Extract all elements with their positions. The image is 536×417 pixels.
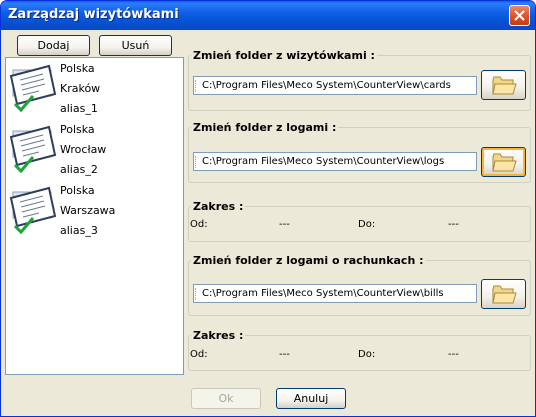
range-label: Zakres : (191, 200, 246, 213)
folder-icon (492, 285, 517, 304)
cards-folder-label: Zmień folder z wizytówkami : (191, 49, 377, 62)
range-from-value: --- (279, 349, 290, 360)
card-alias: alias_3 (60, 224, 98, 237)
browse-logs-folder-button[interactable] (481, 147, 526, 177)
card-city: Wrocław (60, 143, 107, 156)
range-from-label: Od: (190, 349, 208, 360)
cards-folder-path: C:\Program Files\Meco System\CounterView… (202, 80, 451, 91)
dialog-window: Zarządzaj wizytówkami Dodaj Usuń Polska … (0, 0, 536, 417)
close-button[interactable] (509, 5, 530, 26)
range-group-1: Zakres : Od: --- Do: --- (188, 200, 531, 242)
business-card-icon (9, 125, 57, 174)
folder-icon (492, 76, 517, 95)
field-grip (195, 156, 199, 168)
browse-cards-folder-button[interactable] (481, 70, 526, 100)
range-label: Zakres : (191, 329, 246, 342)
field-grip (195, 288, 199, 300)
card-country: Polska (60, 184, 95, 197)
card-country: Polska (60, 62, 95, 75)
list-item[interactable]: Polska Kraków alias_1 (6, 58, 183, 118)
range-from-value: --- (279, 219, 290, 230)
bills-folder-path: C:\Program Files\Meco System\CounterView… (202, 288, 444, 299)
bills-folder-label: Zmień folder z logami o rachunkach : (191, 254, 426, 267)
ok-button[interactable]: Ok (191, 388, 261, 409)
cards-folder-path-field[interactable]: C:\Program Files\Meco System\CounterView… (193, 76, 477, 95)
cards-folder-group: Zmień folder z wizytówkami : C:\Program … (188, 49, 531, 111)
logs-folder-path: C:\Program Files\Meco System\CounterView… (202, 156, 445, 167)
list-item[interactable]: Polska Wrocław alias_2 (6, 119, 183, 179)
bills-folder-path-field[interactable]: C:\Program Files\Meco System\CounterView… (193, 284, 477, 303)
list-item[interactable]: Polska Warszawa alias_3 (6, 180, 183, 240)
range-to-label: Do: (358, 219, 376, 230)
business-card-icon (9, 186, 57, 235)
cards-list[interactable]: Polska Kraków alias_1 Polska Wrocław ali… (5, 57, 184, 375)
range-from-label: Od: (190, 219, 208, 230)
logs-folder-path-field[interactable]: C:\Program Files\Meco System\CounterView… (193, 152, 477, 171)
window-title: Zarządzaj wizytówkami (8, 7, 179, 22)
logs-folder-label: Zmień folder z logami : (191, 121, 339, 134)
close-icon (514, 10, 525, 21)
logs-folder-group: Zmień folder z logami : C:\Program Files… (188, 121, 531, 183)
bills-folder-group: Zmień folder z logami o rachunkach : C:\… (188, 254, 531, 316)
browse-bills-folder-button[interactable] (481, 279, 526, 309)
business-card-icon (9, 64, 57, 113)
card-alias: alias_2 (60, 163, 98, 176)
remove-button[interactable]: Usuń (99, 35, 172, 56)
add-button[interactable]: Dodaj (17, 35, 90, 56)
title-bar[interactable]: Zarządzaj wizytówkami (1, 1, 535, 30)
card-country: Polska (60, 123, 95, 136)
field-grip (195, 80, 199, 92)
range-to-label: Do: (358, 349, 376, 360)
range-to-value: --- (448, 219, 459, 230)
card-alias: alias_1 (60, 102, 98, 115)
card-city: Warszawa (60, 204, 116, 217)
card-city: Kraków (60, 82, 101, 95)
folder-icon (492, 153, 517, 172)
cancel-button[interactable]: Anuluj (276, 388, 346, 409)
range-to-value: --- (448, 349, 459, 360)
range-group-2: Zakres : Od: --- Do: --- (188, 329, 531, 371)
